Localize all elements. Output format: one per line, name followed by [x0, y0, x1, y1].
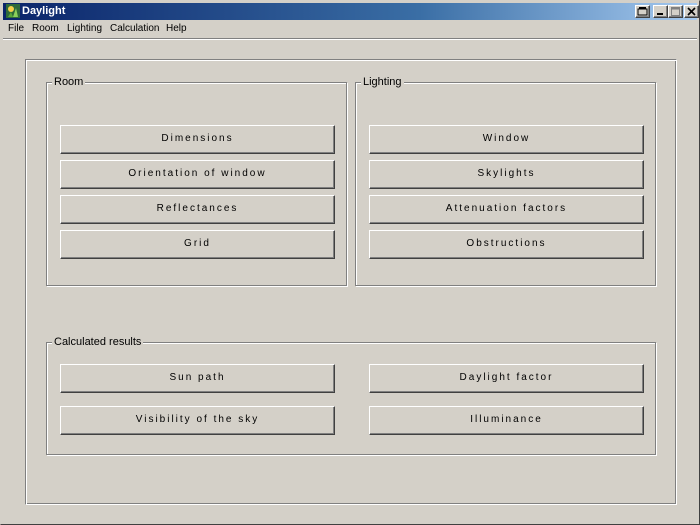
calculated-results-group: Calculated results Sun path Daylight fac…: [46, 336, 656, 455]
illuminance-button[interactable]: Illuminance: [369, 406, 644, 435]
daylight-factor-button[interactable]: Daylight factor: [369, 364, 644, 393]
dimensions-button[interactable]: Dimensions: [60, 125, 335, 154]
calculated-results-group-label: Calculated results: [52, 336, 144, 349]
room-group-label: Room: [52, 76, 86, 89]
minimize-button[interactable]: [653, 5, 668, 18]
orientation-of-window-button[interactable]: Orientation of window: [60, 160, 335, 189]
restore-button[interactable]: [635, 5, 650, 18]
menu-file[interactable]: File: [8, 22, 24, 37]
window-button[interactable]: Window: [369, 125, 644, 154]
grid-button[interactable]: Grid: [60, 230, 335, 259]
menu-bar: File Room Lighting Calculation Help: [3, 20, 697, 38]
close-button[interactable]: [684, 5, 699, 18]
obstructions-button[interactable]: Obstructions: [369, 230, 644, 259]
sun-path-button[interactable]: Sun path: [60, 364, 335, 393]
maximize-icon: [671, 7, 680, 16]
minimize-icon: [657, 13, 663, 15]
window-title: Daylight: [22, 5, 66, 17]
visibility-of-the-sky-button[interactable]: Visibility of the sky: [60, 406, 335, 435]
menu-separator: [3, 38, 697, 40]
menu-lighting[interactable]: Lighting: [67, 22, 102, 37]
room-group: Room Dimensions Orientation of window Re…: [46, 76, 347, 286]
maximize-button[interactable]: [668, 5, 683, 18]
menu-room[interactable]: Room: [32, 22, 59, 37]
reflectances-button[interactable]: Reflectances: [60, 195, 335, 224]
restore-icon: [637, 7, 648, 16]
attenuation-factors-button[interactable]: Attenuation factors: [369, 195, 644, 224]
title-bar[interactable]: Daylight: [3, 3, 699, 20]
menu-calculation[interactable]: Calculation: [110, 22, 159, 37]
main-window: Daylight File Room Lighting Calculation …: [0, 0, 700, 525]
skylights-button[interactable]: Skylights: [369, 160, 644, 189]
lighting-group: Lighting Window Skylights Attenuation fa…: [355, 76, 656, 286]
close-icon: [687, 7, 696, 16]
lighting-group-label: Lighting: [361, 76, 404, 89]
daylight-app-icon: [6, 4, 20, 18]
menu-help[interactable]: Help: [166, 22, 187, 37]
